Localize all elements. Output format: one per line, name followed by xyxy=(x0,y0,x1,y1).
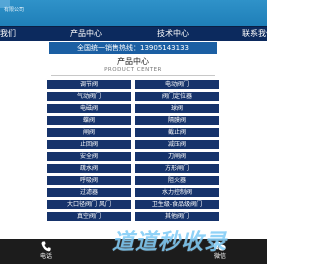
product-item[interactable]: 隔膜阀 xyxy=(135,116,219,125)
product-item[interactable]: 气动阀门 xyxy=(47,92,131,101)
product-item[interactable]: 过滤器 xyxy=(47,188,131,197)
brand-text: 有限公司 xyxy=(4,7,25,13)
nav-item-about[interactable]: 我们 xyxy=(0,28,16,40)
product-item[interactable]: 疏水阀 xyxy=(47,164,131,173)
divider xyxy=(51,75,215,76)
panel-subtitle: PRODUCT CENTER xyxy=(104,67,162,73)
product-item[interactable]: 呼吸阀 xyxy=(47,176,131,185)
nav-item-tech[interactable]: 技术中心 xyxy=(157,28,189,40)
product-item[interactable]: 电动阀门 xyxy=(135,80,219,89)
product-item[interactable]: 减压阀 xyxy=(135,140,219,149)
phone-icon xyxy=(26,241,66,253)
product-item[interactable]: 卫生级-食品级阀门 xyxy=(135,200,219,209)
nav-item-products[interactable]: 产品中心 xyxy=(70,28,102,40)
product-item[interactable]: 调节阀 xyxy=(47,80,131,89)
main-nav: 我们 产品中心 技术中心 联系我们 xyxy=(0,26,274,41)
watermark: 道道秒收录 xyxy=(112,230,228,255)
product-item[interactable]: 闸阀 xyxy=(47,128,131,137)
product-item[interactable]: 大口径阀门 风门 xyxy=(47,200,131,209)
product-item[interactable]: 阀门定位器 xyxy=(135,92,219,101)
product-item[interactable]: 球阀 xyxy=(135,104,219,113)
product-item[interactable]: 蝶阀 xyxy=(47,116,131,125)
sales-hotline: 全国统一销售热线：13905143133 xyxy=(49,42,217,54)
phone-button[interactable]: 电话 xyxy=(26,241,66,261)
phone-label: 电话 xyxy=(39,253,52,260)
top-header: 有限公司 xyxy=(0,0,267,26)
nav-item-contact[interactable]: 联系我们 xyxy=(242,28,274,40)
product-item[interactable]: 方形闸门 xyxy=(135,164,219,173)
panel-title: 产品中心 xyxy=(117,57,149,66)
product-item[interactable]: 水力控制阀 xyxy=(135,188,219,197)
product-item[interactable]: 阻火器 xyxy=(135,176,219,185)
product-item[interactable]: 电磁阀 xyxy=(47,104,131,113)
product-item[interactable]: 安全阀 xyxy=(47,152,131,161)
product-item[interactable]: 刀闸阀 xyxy=(135,152,219,161)
product-item[interactable]: 真空阀门 xyxy=(47,212,131,221)
product-item[interactable]: 截止阀 xyxy=(135,128,219,137)
product-item[interactable]: 止回阀 xyxy=(47,140,131,149)
product-item[interactable]: 其他阀门 xyxy=(135,212,219,221)
